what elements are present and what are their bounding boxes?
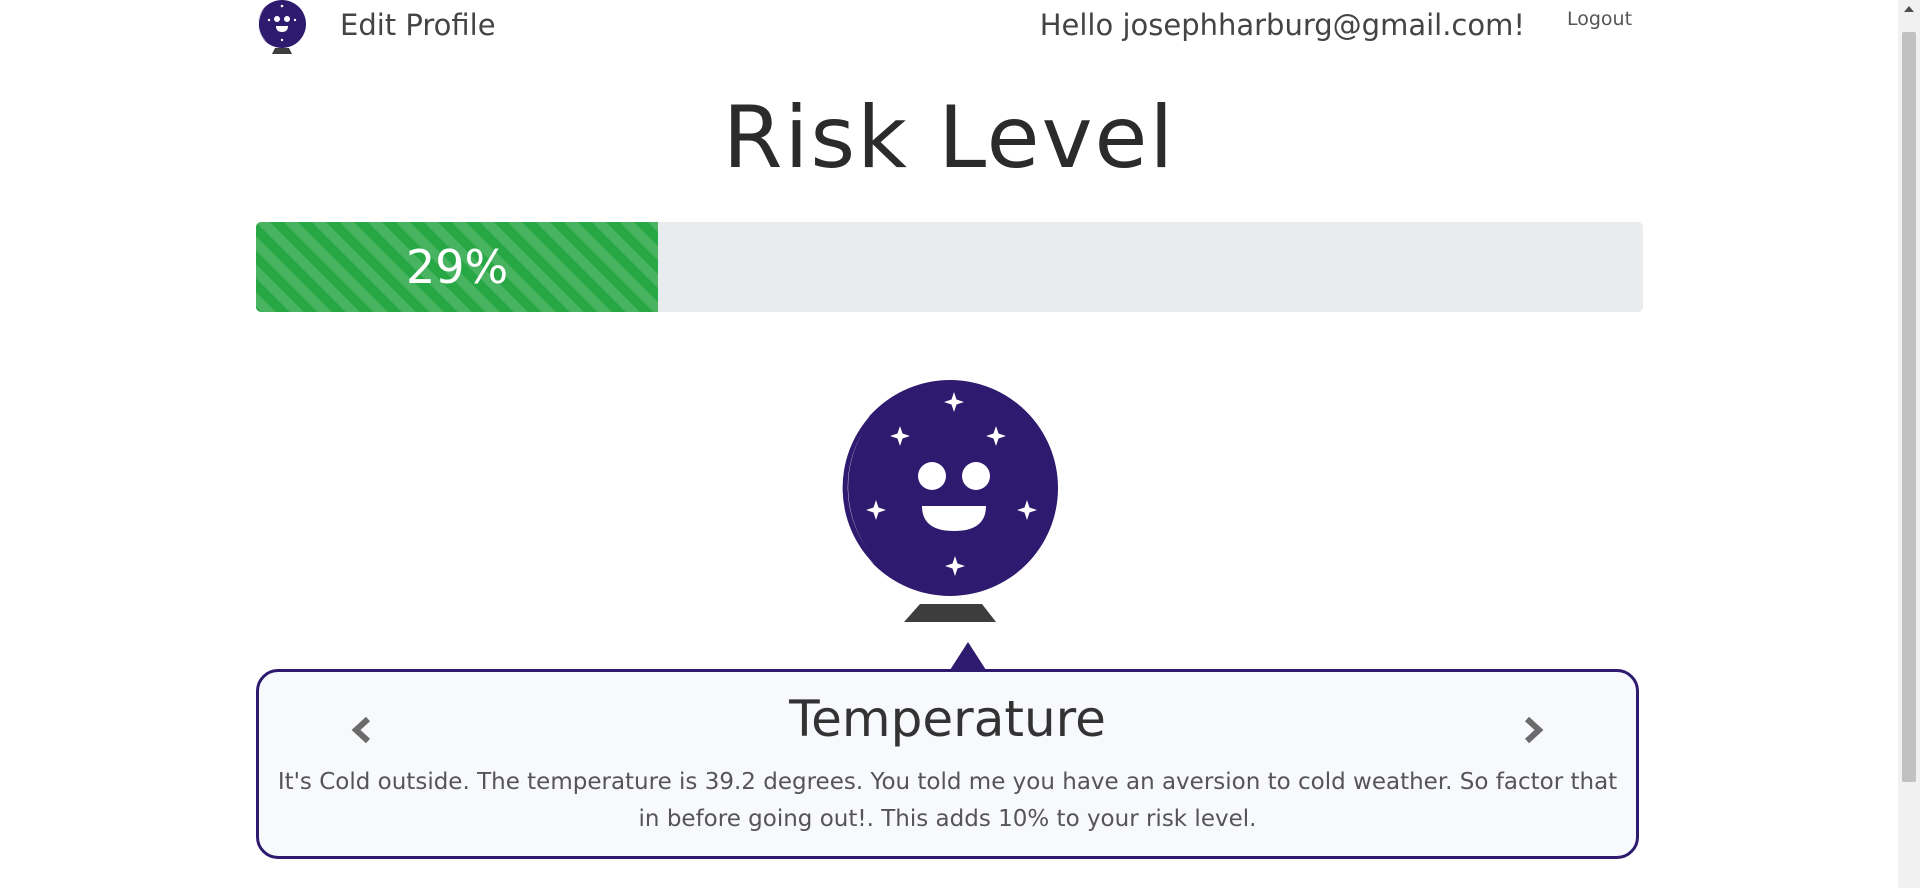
logout-link[interactable]: Logout [1567,8,1632,30]
card-pointer [950,642,986,670]
top-navbar: Edit Profile Hello josephharburg@gmail.c… [0,0,1898,60]
card-description: It's Cold outside. The temperature is 39… [277,769,1618,832]
risk-progress-fill: 29% [256,222,659,312]
crystal-ball-icon [838,380,1058,622]
vertical-scrollbar[interactable] [1898,0,1920,888]
risk-progress-label: 29% [405,240,509,294]
scrollbar-thumb[interactable] [1902,32,1916,782]
risk-factor-card: Temperature It's Cold outside. The tempe… [256,669,1639,859]
page: Edit Profile Hello josephharburg@gmail.c… [0,0,1920,888]
user-greeting: Hello josephharburg@gmail.com! [1039,8,1525,42]
risk-progress-bar: 29% [256,222,1643,312]
scroll-up-arrow-icon[interactable] [1898,0,1920,18]
card-title: Temperature [789,690,1106,748]
page-title: Risk Level [722,88,1176,188]
crystal-ball-logo-icon[interactable] [255,0,309,54]
edit-profile-link[interactable]: Edit Profile [340,8,496,42]
chevron-left-icon[interactable] [343,710,383,750]
chevron-right-icon[interactable] [1512,710,1552,750]
